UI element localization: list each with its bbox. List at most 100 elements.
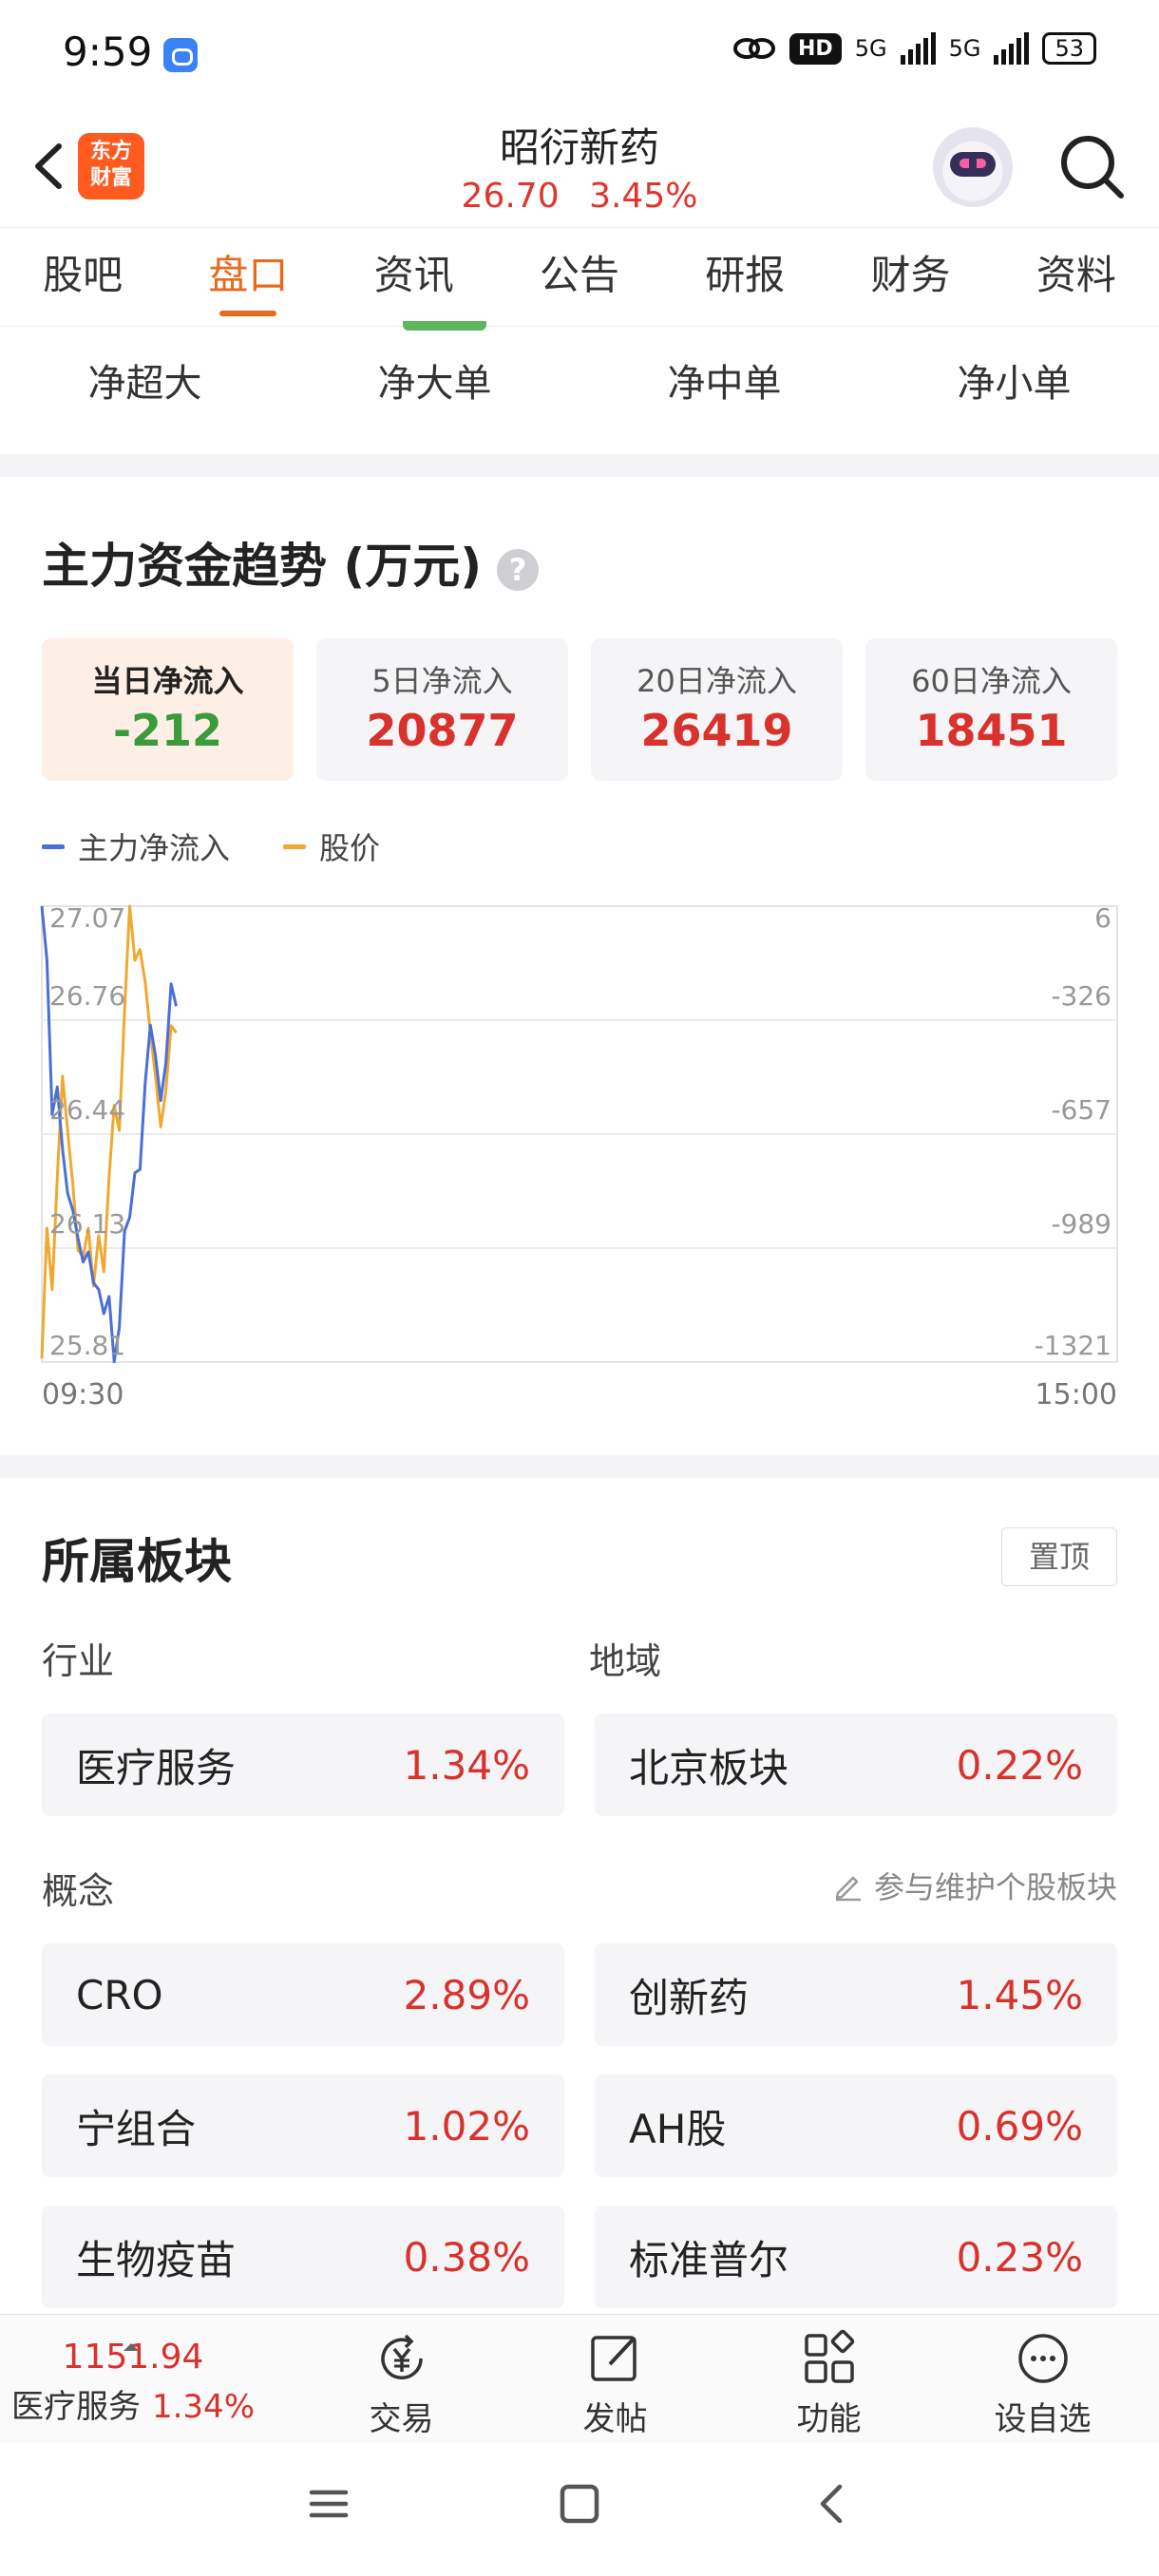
tab-guba[interactable]: 股吧 <box>0 228 165 326</box>
maintain-sectors-label: 参与维护个股板块 <box>873 1869 1117 1905</box>
yen-trade-icon <box>380 2334 423 2380</box>
bottom-actions: 交易 发帖 功能 设自选 <box>294 2315 1150 2444</box>
tab-research[interactable]: 研报 <box>662 228 827 326</box>
back-icon[interactable] <box>808 2479 857 2529</box>
grid-apps-icon <box>804 2329 854 2383</box>
flow-tick-label: -657 <box>1051 1094 1112 1126</box>
chart-legend: 主力净流入 股价 <box>42 824 380 868</box>
card-label: 5日净流入 <box>371 663 513 699</box>
concept-name: 宁组合 <box>76 2105 197 2152</box>
concept-pct: 0.69% <box>956 2102 1083 2150</box>
subtab-large[interactable]: 净大单 <box>290 338 580 429</box>
concept-item[interactable]: CRO 2.89% <box>42 1943 564 2046</box>
system-nav-bar <box>0 2443 1159 2576</box>
index-name: 医疗服务 <box>10 2388 141 2426</box>
region-label: 地域 <box>589 1640 662 1682</box>
signal-1-icon <box>900 32 936 65</box>
card-today[interactable]: 当日净流入 -212 <box>42 638 294 781</box>
order-size-tabs: 净超大 净大单 净中单 净小单 <box>0 338 1159 429</box>
subtab-medium[interactable]: 净中单 <box>580 338 869 429</box>
flow-tick-label: -1321 <box>1035 1330 1112 1361</box>
legend-flow: 主力净流入 <box>42 824 230 868</box>
assistant-robot-icon[interactable] <box>933 127 1013 207</box>
news-indicator <box>403 321 486 331</box>
subtab-small[interactable]: 净小单 <box>869 338 1159 429</box>
help-icon[interactable]: ? <box>497 548 540 591</box>
pin-top-button[interactable]: 置顶 <box>1001 1527 1117 1586</box>
legend-price-label: 股价 <box>319 830 381 866</box>
signal-2-label: 5G <box>948 35 981 62</box>
concept-item[interactable]: 标准普尔 0.23% <box>595 2206 1117 2308</box>
main-tabs: 股吧 盘口 资讯 公告 研报 财务 资料 <box>0 228 1159 327</box>
more-dots-icon <box>1017 2334 1068 2383</box>
price-tick-label: 27.07 <box>49 902 125 934</box>
tab-announcements[interactable]: 公告 <box>497 228 662 326</box>
status-icons: HD 5G 5G 53 <box>732 32 1096 65</box>
subtab-super-large[interactable]: 净超大 <box>0 338 290 429</box>
tab-finance[interactable]: 财务 <box>827 228 993 326</box>
sector-pct: 1.34% <box>403 1741 530 1789</box>
sector-region[interactable]: 北京板块 0.22% <box>595 1714 1117 1816</box>
hd-icon: HD <box>789 32 842 65</box>
battery-icon: 53 <box>1042 32 1096 65</box>
card-label: 当日净流入 <box>91 663 244 699</box>
stock-change-pct: 3.45% <box>589 177 698 216</box>
concept-item[interactable]: 宁组合 1.02% <box>42 2074 564 2177</box>
tab-profile[interactable]: 资料 <box>994 228 1159 326</box>
functions-button[interactable]: 功能 <box>722 2315 936 2444</box>
card-5d[interactable]: 5日净流入 20877 <box>316 638 568 781</box>
app-notification-icon <box>163 38 198 72</box>
capital-flow-title-text: 主力资金趋势 (万元) <box>42 539 483 594</box>
legend-price: 股价 <box>283 824 380 868</box>
tab-pankou[interactable]: 盘口 <box>165 228 331 326</box>
bottom-action-bar: 1151.94 医疗服务 1.34% 交易 发帖 功能 设自选 <box>0 2314 1159 2443</box>
concept-name: AH股 <box>629 2105 727 2152</box>
concept-item[interactable]: AH股 0.69% <box>595 2074 1117 2177</box>
maintain-sectors-link[interactable]: 参与维护个股板块 <box>830 1864 1117 1907</box>
price-tick-label: 25.81 <box>49 1330 125 1361</box>
section-divider <box>0 454 1159 477</box>
capital-flow-title: 主力资金趋势 (万元)? <box>42 528 540 597</box>
card-60d[interactable]: 60日净流入 18451 <box>865 638 1117 781</box>
status-bar: 9:59 HD 5G 5G 53 <box>0 0 1159 112</box>
card-label: 60日净流入 <box>911 663 1072 699</box>
concept-name: 生物疫苗 <box>76 2236 237 2283</box>
menu-icon[interactable] <box>304 2479 353 2529</box>
sector-industry[interactable]: 医疗服务 1.34% <box>42 1714 564 1816</box>
tab-news[interactable]: 资讯 <box>332 228 497 326</box>
post-button[interactable]: 发帖 <box>508 2315 722 2444</box>
card-value: -212 <box>112 705 223 756</box>
sector-name: 北京板块 <box>629 1744 789 1791</box>
trade-button[interactable]: 交易 <box>294 2315 508 2444</box>
flow-tick-label: -326 <box>1051 980 1112 1012</box>
flow-tick-label: 6 <box>1094 902 1112 934</box>
concept-pct: 0.23% <box>956 2233 1083 2281</box>
expand-caret-icon <box>124 2343 139 2351</box>
search-icon[interactable] <box>1054 129 1130 205</box>
link-icon <box>733 38 776 59</box>
price-tick-label: 26.44 <box>49 1094 125 1126</box>
concept-pct: 0.38% <box>403 2233 530 2281</box>
post-label: 发帖 <box>582 2400 648 2438</box>
concept-item[interactable]: 创新药 1.45% <box>595 1943 1117 2046</box>
sector-name: 医疗服务 <box>76 1744 237 1791</box>
card-label: 20日净流入 <box>636 663 797 699</box>
card-value: 18451 <box>915 705 1068 756</box>
card-20d[interactable]: 20日净流入 26419 <box>591 638 843 781</box>
x-end-label: 15:00 <box>1036 1378 1117 1411</box>
index-pct: 1.34% <box>151 2388 255 2426</box>
concept-name: 创新药 <box>629 1974 750 2021</box>
card-value: 20877 <box>366 705 519 756</box>
sector-pct: 0.22% <box>956 1741 1083 1789</box>
index-info: 医疗服务 1.34% <box>0 2380 266 2427</box>
add-watchlist-label: 设自选 <box>994 2400 1092 2438</box>
concept-name: CRO <box>76 1971 163 2018</box>
industry-label: 行业 <box>42 1640 115 1682</box>
section-divider <box>0 1455 1159 1478</box>
concept-item[interactable]: 生物疫苗 0.38% <box>42 2206 564 2308</box>
home-icon[interactable] <box>555 2479 604 2529</box>
card-value: 26419 <box>640 705 793 756</box>
sector-index-widget[interactable]: 1151.94 医疗服务 1.34% <box>0 2338 266 2427</box>
x-start-label: 09:30 <box>42 1378 124 1411</box>
add-watchlist-button[interactable]: 设自选 <box>936 2315 1150 2444</box>
